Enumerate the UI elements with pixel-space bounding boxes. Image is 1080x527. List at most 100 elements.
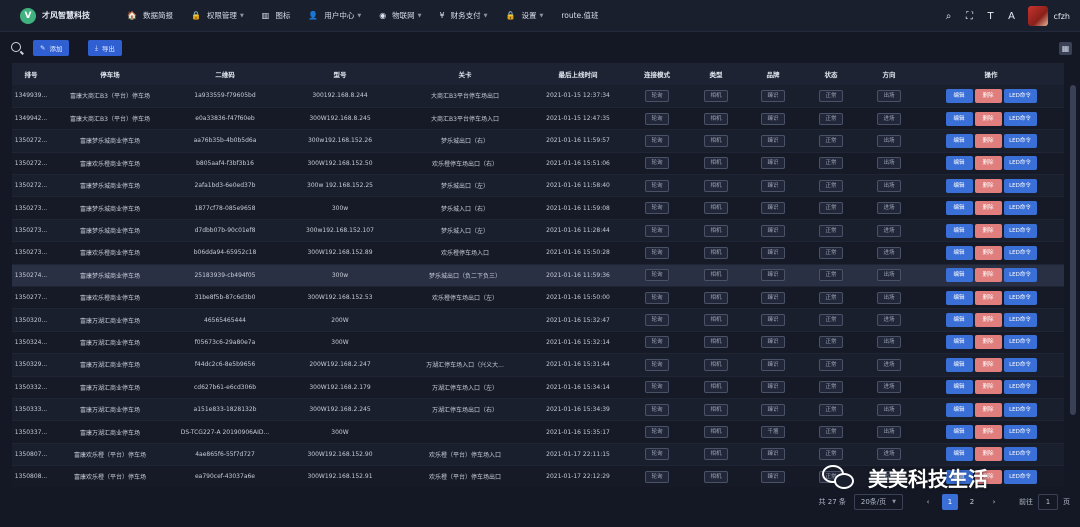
cell-status-tag: 正常 [819, 112, 843, 125]
translate-icon[interactable]: A [1006, 11, 1018, 22]
edit-button[interactable]: 编辑 [945, 245, 973, 260]
led-command-button[interactable]: LED命令 [1003, 88, 1037, 103]
header-col-status: 状态 [802, 63, 860, 85]
delete-button[interactable]: 删除 [974, 201, 1002, 216]
edit-button[interactable]: 编辑 [945, 425, 973, 440]
led-command-button[interactable]: LED命令 [1003, 357, 1037, 372]
table-row[interactable]: 1349942... 富康大商汇B3（平台）停车场 e0a33836-f47f60e… [12, 107, 1064, 131]
led-command-button[interactable]: LED命令 [1003, 425, 1037, 440]
nav-item-permissions[interactable]: 🔒 权限管理 ▼ [182, 0, 253, 32]
led-command-button[interactable]: LED命令 [1003, 268, 1037, 283]
delete-button[interactable]: 删除 [974, 156, 1002, 171]
edit-button[interactable]: 编辑 [945, 133, 973, 148]
led-command-button[interactable]: LED命令 [1003, 156, 1037, 171]
scrollbar-thumb[interactable] [1070, 85, 1076, 415]
led-command-button[interactable]: LED命令 [1003, 313, 1037, 328]
led-command-button[interactable]: LED命令 [1003, 245, 1037, 260]
username[interactable]: cfzh [1054, 12, 1070, 21]
delete-button[interactable]: 删除 [974, 223, 1002, 238]
table-row[interactable]: 1349939... 富康大商汇B3（平台）停车场 1a933559-f79605b… [12, 85, 1064, 108]
edit-button[interactable]: 编辑 [945, 357, 973, 372]
scrollbar[interactable] [1070, 63, 1076, 483]
led-command-button[interactable]: LED命令 [1003, 223, 1037, 238]
brand[interactable]: V 才风智慧科技 [0, 7, 118, 24]
delete-button[interactable]: 删除 [974, 111, 1002, 126]
fullscreen-icon[interactable]: ⛶ [964, 11, 976, 22]
edit-button[interactable]: 编辑 [945, 335, 973, 350]
edit-button[interactable]: 编辑 [945, 402, 973, 417]
avatar[interactable] [1027, 6, 1048, 26]
edit-button[interactable]: 编辑 [945, 290, 973, 305]
next-page-icon[interactable]: › [987, 498, 1001, 506]
font-size-icon[interactable]: T [985, 11, 997, 22]
led-command-button[interactable]: LED命令 [1003, 111, 1037, 126]
delete-button[interactable]: 删除 [974, 335, 1002, 350]
led-command-button[interactable]: LED命令 [1003, 335, 1037, 350]
delete-button[interactable]: 删除 [974, 290, 1002, 305]
edit-button[interactable]: 编辑 [945, 223, 973, 238]
led-command-button[interactable]: LED命令 [1003, 402, 1037, 417]
table-row[interactable]: 1350332... 富康万湖汇商业停车场 cd627b61-e6cd306b 300… [12, 376, 1064, 399]
table-row[interactable]: 1350324... 富康万湖汇商业停车场 f05673c6-29a80e7a 300… [12, 331, 1064, 355]
delete-button[interactable]: 删除 [974, 402, 1002, 417]
table-row[interactable]: 1350273... 富康梦乐城商业停车场 1877cf78-085e9658 300… [12, 196, 1064, 220]
nav-item-duty[interactable]: route.值班 [552, 0, 607, 32]
edit-button[interactable]: 编辑 [945, 201, 973, 216]
nav-item-settings[interactable]: 🔒 设置 ▼ [496, 0, 552, 32]
cell-status: 正常 [802, 286, 860, 310]
prev-page-icon[interactable]: ‹ [921, 498, 935, 506]
add-button[interactable]: ✎ 添加 [33, 40, 70, 56]
table-row[interactable]: 1350274... 富康梦乐城商业停车场 25183939-cb494f05 300… [12, 264, 1064, 288]
nav-item-iot[interactable]: ◉ 物联网 ▼ [370, 0, 430, 32]
table-row[interactable]: 1350273... 富康欢乐橙商业停车场 b06dda94-65952c18 300… [12, 241, 1064, 265]
delete-button[interactable]: 删除 [974, 425, 1002, 440]
table-row[interactable]: 1350273... 富康梦乐城商业停车场 d7dbb07b-90c01ef8 300… [12, 219, 1064, 243]
cell-gate: 万湖汇停车场出口（右） [400, 398, 530, 422]
grid-view-icon[interactable]: ▦ [1059, 42, 1072, 55]
delete-button[interactable]: 删除 [974, 133, 1002, 148]
table-row[interactable]: 1350272... 富康梦乐城商业停车场 2afa1bd3-6e0ed37b 300… [12, 174, 1064, 198]
page-number[interactable]: 1 [942, 494, 958, 510]
delete-button[interactable]: 删除 [974, 245, 1002, 260]
led-command-button[interactable]: LED命令 [1003, 380, 1037, 395]
search-icon[interactable]: ⌕ [943, 11, 955, 22]
delete-button[interactable]: 删除 [974, 447, 1002, 462]
delete-button[interactable]: 删除 [974, 178, 1002, 193]
led-command-button[interactable]: LED命令 [1003, 133, 1037, 148]
edit-button[interactable]: 编辑 [945, 447, 973, 462]
edit-button[interactable]: 编辑 [945, 111, 973, 126]
nav-item-finance[interactable]: ¥ 财务支付 ▼ [431, 0, 497, 32]
cell-qrcode: aa76b35b-4b0b5d6a [170, 129, 280, 153]
table-row[interactable]: 1350272... 富康欢乐橙商业停车场 b805aaf4-f3bf3b16 300… [12, 152, 1064, 176]
page-number[interactable]: 2 [964, 494, 980, 510]
delete-button[interactable]: 删除 [974, 313, 1002, 328]
table-row[interactable]: 1350277... 富康欢乐橙商业停车场 31be8f5b-87c6d3b0 300… [12, 286, 1064, 310]
nav-item-user-center[interactable]: 👤 用户中心 ▼ [299, 0, 370, 32]
delete-button[interactable]: 删除 [974, 268, 1002, 283]
led-command-button[interactable]: LED命令 [1003, 469, 1037, 484]
delete-button[interactable]: 删除 [974, 357, 1002, 372]
edit-button[interactable]: 编辑 [945, 268, 973, 283]
led-command-button[interactable]: LED命令 [1003, 447, 1037, 462]
nav-item-icons[interactable]: ▥ 图标 [253, 0, 300, 32]
page-size-select[interactable]: 20条/页 ▼ [853, 494, 903, 510]
edit-button[interactable]: 编辑 [945, 178, 973, 193]
table-row[interactable]: 1350329... 富康万湖汇商业停车场 f44dc2c6-8e5b9656 200… [12, 353, 1064, 377]
table-row[interactable]: 1350337... 富康万湖汇商业停车场 DS-TCG227-A 20190906… [12, 420, 1064, 444]
led-command-button[interactable]: LED命令 [1003, 290, 1037, 305]
edit-button[interactable]: 编辑 [945, 380, 973, 395]
table-row[interactable]: 1350272... 富康梦乐城商业停车场 aa76b35b-4b0b5d6a 300… [12, 129, 1064, 153]
delete-button[interactable]: 删除 [974, 380, 1002, 395]
table-row[interactable]: 1350333... 富康万湖汇商业停车场 a151e833-1828132b 300… [12, 398, 1064, 422]
search-icon[interactable] [11, 42, 21, 52]
nav-item-data-report[interactable]: 🏠 数据简报 [118, 0, 182, 32]
edit-button[interactable]: 编辑 [945, 88, 973, 103]
goto-page-input[interactable]: 1 [1038, 494, 1058, 510]
led-command-button[interactable]: LED命令 [1003, 178, 1037, 193]
edit-button[interactable]: 编辑 [945, 156, 973, 171]
edit-button[interactable]: 编辑 [945, 313, 973, 328]
export-button[interactable]: ⤓ 导出 [88, 40, 122, 56]
delete-button[interactable]: 删除 [974, 88, 1002, 103]
led-command-button[interactable]: LED命令 [1003, 201, 1037, 216]
table-row[interactable]: 1350320... 富康万湖汇商业停车场 46565465444 200W 2021-… [12, 308, 1064, 332]
